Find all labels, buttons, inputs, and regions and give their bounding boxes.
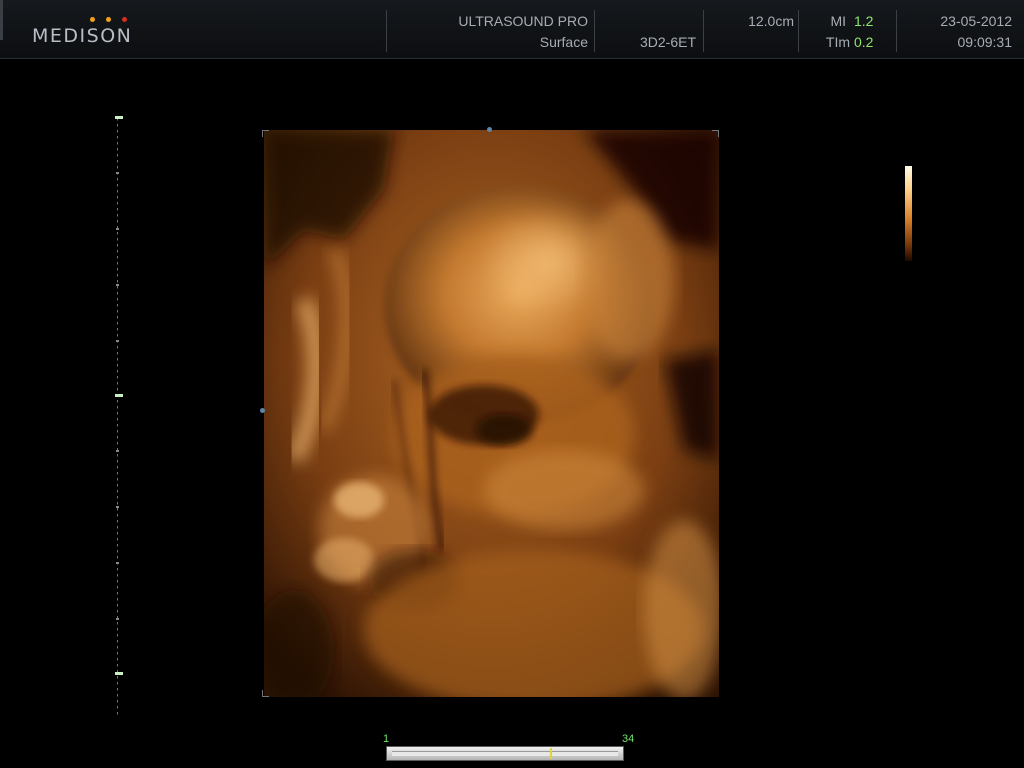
header-divider [703, 10, 704, 52]
depth-scale-major-tick [115, 394, 123, 397]
brand-dots [90, 17, 130, 23]
ti-label: TIm [825, 34, 850, 50]
depth-scale-minor-tick [116, 562, 119, 564]
depth-scale-minor-tick [116, 450, 119, 452]
exam-date: 23-05-2012 [940, 13, 1012, 29]
header-divider [594, 10, 595, 52]
depth-value: 12.0cm [748, 13, 794, 29]
depth-scale-major-tick [115, 116, 123, 119]
cine-end-label: 34 [622, 733, 635, 745]
orientation-marker-top [487, 127, 492, 132]
brand-dot [106, 17, 111, 22]
probe-name: 3D2-6ET [639, 34, 696, 50]
depth-scale-minor-tick [116, 228, 119, 230]
depth-scale-major-tick [115, 672, 123, 675]
system-name: ULTRASOUND PRO [458, 13, 588, 29]
brand-logo: MEDISON [32, 14, 142, 48]
volume-corner-mark [262, 130, 269, 137]
color-map-bar [905, 166, 912, 261]
header-divider [798, 10, 799, 52]
exam-time: 09:09:31 [957, 34, 1013, 50]
orientation-marker-left [260, 408, 265, 413]
edge-strip [0, 0, 3, 40]
brand-dot [122, 17, 127, 22]
depth-scale-minor-tick [116, 172, 119, 174]
cine-start-label: 1 [383, 733, 390, 745]
ti-value: 0.2 [854, 34, 874, 50]
cine-slider-thumb[interactable] [550, 748, 552, 759]
brand-dot [90, 17, 95, 22]
header-divider [386, 10, 387, 52]
depth-scale-minor-tick [116, 506, 119, 508]
ultrasound-screen: MEDISON ULTRASOUND PRO Surface 3D2-6ET 1… [0, 0, 1024, 768]
header-bar: MEDISON ULTRASOUND PRO Surface 3D2-6ET 1… [0, 0, 1024, 59]
depth-scale-minor-tick [116, 284, 119, 286]
cine-slider[interactable] [386, 746, 624, 761]
depth-scale-minor-tick [116, 618, 119, 620]
header-divider [896, 10, 897, 52]
volume-corner-mark [712, 130, 719, 137]
imaging-mode: Surface [539, 34, 588, 50]
mi-label: MI [830, 13, 846, 29]
brand-name: MEDISON [32, 25, 133, 47]
depth-scale-minor-tick [116, 340, 119, 342]
volume-corner-mark [262, 690, 269, 697]
ultrasound-3d-render[interactable] [264, 130, 719, 697]
cine-slider-track [392, 751, 618, 756]
mi-value: 1.2 [854, 13, 874, 29]
depth-scale [117, 118, 118, 718]
fetal-render-image [264, 130, 719, 697]
